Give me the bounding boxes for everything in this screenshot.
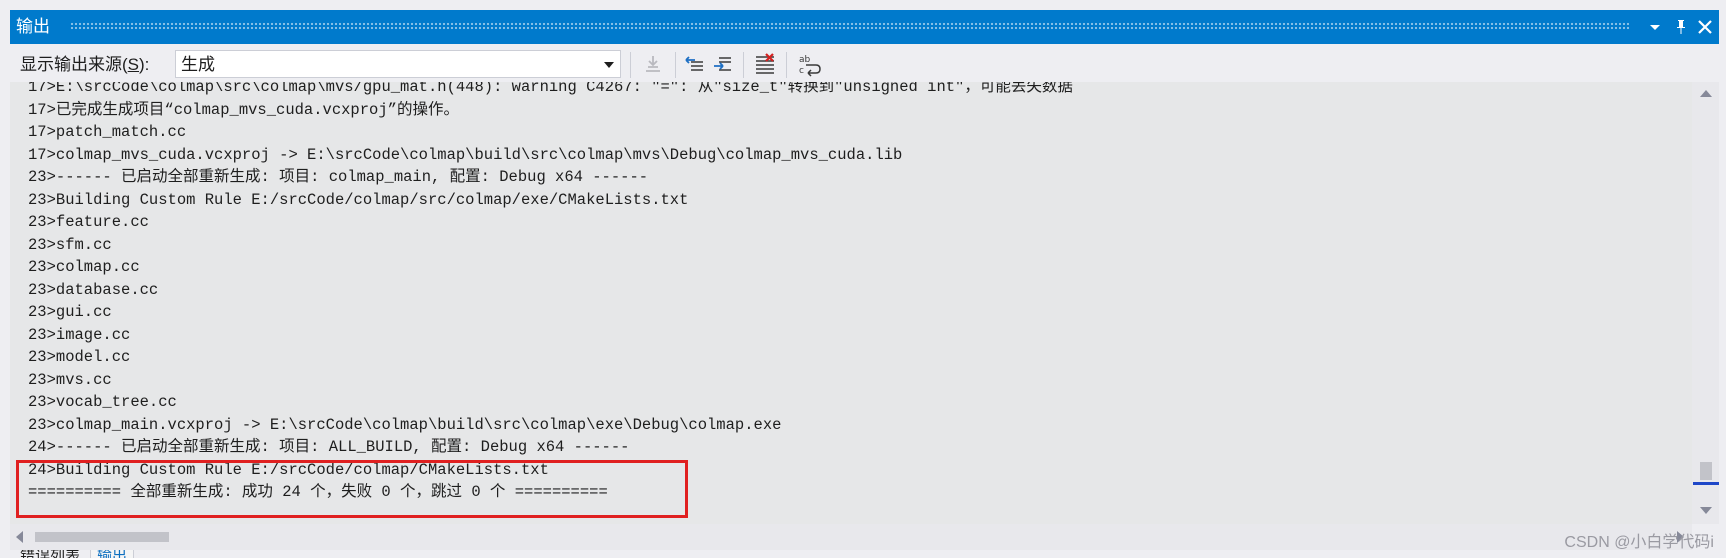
go-to-next-message-icon[interactable]	[710, 51, 736, 77]
horizontal-scroll-thumb[interactable]	[35, 532, 169, 542]
output-toolbar: 显示输出来源(S): 生成 ab c	[10, 48, 1719, 82]
toolbar-separator	[786, 52, 787, 78]
bottom-tab-strip: 错误列表 输出	[10, 550, 1719, 558]
output-line: 23>colmap_main.vcxproj -> E:\srcCode\col…	[28, 415, 782, 434]
output-line: 23>------ 已启动全部重新生成: 项目: colmap_main, 配置…	[28, 168, 649, 186]
toolbar-separator	[630, 52, 631, 78]
output-line: 23>colmap.cc	[28, 258, 140, 276]
svg-text:c: c	[799, 66, 804, 76]
output-lines: 17>E:\srcCode\colmap\src\colmap\mvs/gpu_…	[28, 82, 1073, 504]
vertical-scroll-thumb[interactable]	[1700, 462, 1712, 480]
output-line: 23>gui.cc	[28, 303, 112, 321]
output-line: 17>已完成生成项目“colmap_mvs_cuda.vcxproj”的操作。	[28, 100, 459, 119]
output-line: 23>feature.cc	[28, 213, 149, 231]
scroll-position-marker	[1693, 482, 1719, 485]
output-line: 23>mvs.cc	[28, 370, 112, 389]
chevron-down-icon[interactable]	[604, 62, 614, 68]
output-line: 23>vocab_tree.cc	[28, 393, 177, 411]
title-bar-grip[interactable]	[70, 22, 1629, 30]
output-line: 23>model.cc	[28, 348, 131, 366]
output-line: 23>database.cc	[28, 280, 159, 299]
window-position-dropdown-icon[interactable]	[1643, 15, 1667, 39]
find-message-icon[interactable]	[640, 51, 666, 77]
close-icon[interactable]	[1693, 15, 1717, 39]
tab-error-list[interactable]: 错误列表	[20, 550, 80, 558]
tab-output[interactable]: 输出	[90, 550, 135, 558]
output-window: 输出 显示输出来源(S): 生成 ab c 17>E:\srcCode\colm…	[0, 0, 1726, 558]
output-line: 17>colmap_mvs_cuda.vcxproj -> E:\srcCode…	[28, 145, 903, 164]
window-title: 输出	[16, 17, 50, 37]
scroll-left-icon[interactable]	[16, 531, 23, 543]
output-line: 17>patch_match.cc	[28, 123, 187, 141]
output-line: 23>image.cc	[28, 325, 131, 344]
title-bar: 输出	[10, 10, 1719, 44]
clear-all-icon[interactable]	[752, 51, 778, 77]
output-line: 17>E:\srcCode\colmap\src\colmap\mvs/gpu_…	[28, 82, 1073, 96]
vertical-scrollbar[interactable]	[1692, 82, 1719, 524]
svg-text:ab: ab	[799, 55, 811, 65]
scroll-up-icon[interactable]	[1700, 90, 1712, 97]
horizontal-scrollbar[interactable]	[10, 524, 1692, 550]
toolbar-separator	[675, 52, 676, 78]
toolbar-separator	[743, 52, 744, 78]
scroll-down-icon[interactable]	[1700, 507, 1712, 514]
pin-icon[interactable]	[1669, 15, 1693, 39]
toggle-word-wrap-icon[interactable]: ab c	[796, 51, 822, 77]
watermark: CSDN @小白学代码i	[1564, 534, 1714, 551]
output-line: 24>------ 已启动全部重新生成: 项目: ALL_BUILD, 配置: …	[28, 438, 630, 456]
output-line: 23>Building Custom Rule E:/srcCode/colma…	[28, 190, 689, 209]
highlight-annotation-box	[16, 460, 688, 518]
go-to-previous-message-icon[interactable]	[682, 51, 708, 77]
show-output-from-label: 显示输出来源(S):	[20, 55, 150, 74]
output-line: 23>sfm.cc	[28, 235, 112, 254]
output-text-area[interactable]: 17>E:\srcCode\colmap\src\colmap\mvs/gpu_…	[10, 82, 1692, 524]
output-source-select[interactable]: 生成	[175, 50, 621, 78]
output-source-value: 生成	[181, 55, 215, 75]
